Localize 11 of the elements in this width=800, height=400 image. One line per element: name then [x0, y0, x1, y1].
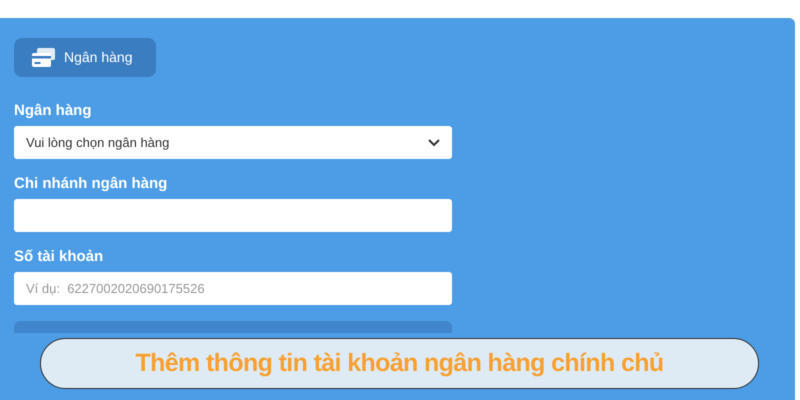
bank-select[interactable]: Vui lòng chọn ngân hàng: [14, 126, 452, 159]
input-field[interactable]: [14, 199, 452, 232]
submit-button[interactable]: [14, 321, 452, 333]
credit-card-icon: [32, 48, 56, 68]
input-field[interactable]: Ví dụ: 6227002020690175526: [14, 272, 452, 305]
field-label: Ngân hàng: [14, 102, 92, 120]
field-label: Chi nhánh ngân hàng: [14, 175, 168, 193]
bank-tab[interactable]: Ngân hàng: [14, 38, 156, 77]
caption-banner: Thêm thông tin tài khoản ngân hàng chính chủ: [40, 338, 759, 389]
field-label: Số tài khoản: [14, 248, 104, 266]
chevron-down-icon: [428, 138, 440, 146]
